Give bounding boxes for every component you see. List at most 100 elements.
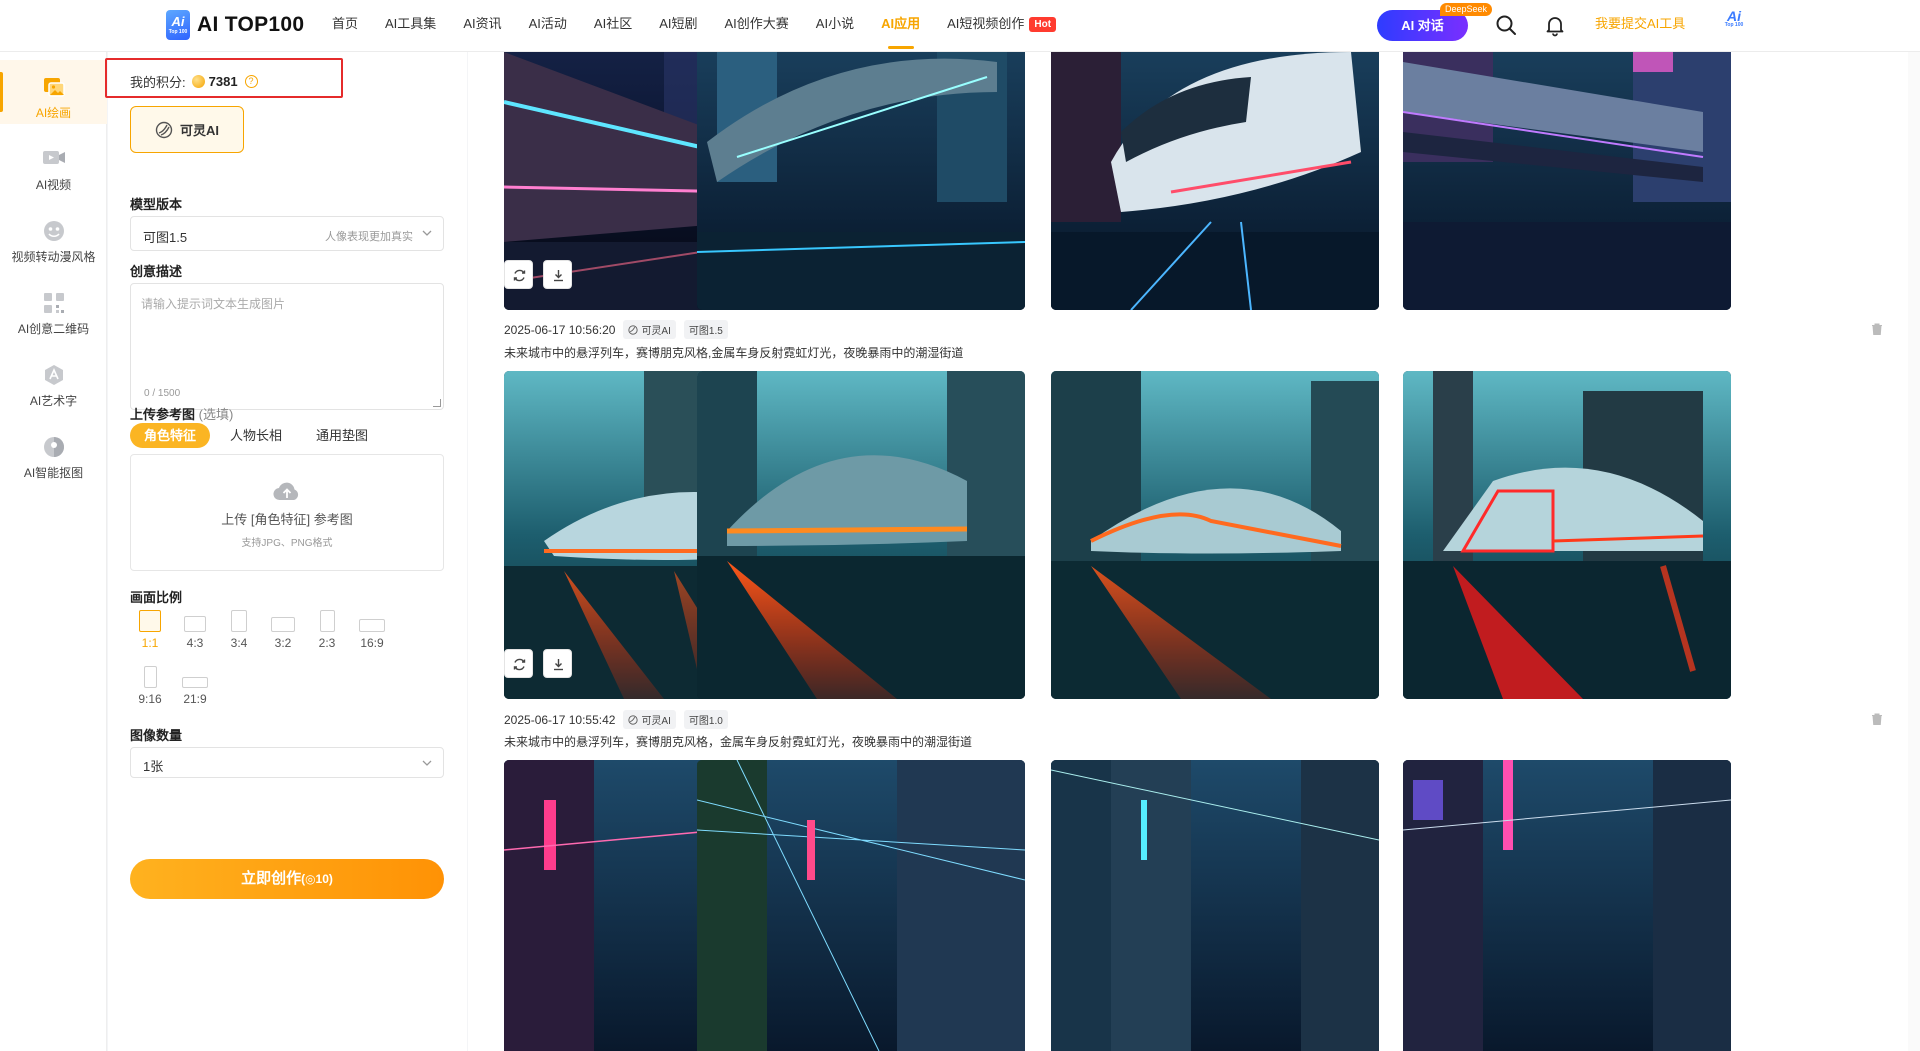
generated-image[interactable]: [697, 371, 1025, 699]
ref-type-tabs: 角色特征 人物长相 通用垫图: [130, 423, 382, 448]
prompt-textarea[interactable]: 请输入提示词文本生成图片 0 / 1500: [130, 283, 444, 410]
ratio-option-3-4[interactable]: 3:4: [219, 610, 259, 666]
model-tag-label: 可灵AI: [641, 716, 671, 727]
image-content: [697, 760, 1025, 1051]
trash-icon[interactable]: [1870, 322, 1884, 336]
version-tag: 可图1.5: [683, 320, 728, 339]
nav-item-ai-community[interactable]: AI社区: [594, 0, 632, 52]
submit-tool-link[interactable]: 我要提交AI工具: [1595, 14, 1685, 34]
ratio-shape: [271, 617, 295, 632]
generated-image[interactable]: [697, 52, 1025, 310]
nav-item-ai-short-drama[interactable]: AI短剧: [659, 0, 697, 52]
resize-handle[interactable]: [433, 399, 441, 407]
sidebar-item-ai-painting[interactable]: AI绘画: [0, 60, 107, 124]
generated-image[interactable]: [697, 760, 1025, 1051]
sidebar-item-ai-video[interactable]: AI视频: [0, 132, 107, 196]
nav-item-ai-events[interactable]: AI活动: [529, 0, 567, 52]
prompt-title: 创意描述: [130, 264, 183, 279]
aspect-ratio-title: 画面比例: [130, 590, 183, 605]
main-nav: 首页 AI工具集 AI资讯 AI活动 AI社区 AI短剧 AI创作大赛 AI小说…: [332, 0, 1083, 52]
generated-image[interactable]: [1403, 760, 1731, 1051]
page-scrollbar[interactable]: [1908, 52, 1920, 1051]
keling-logo-icon: [628, 714, 639, 725]
generated-image[interactable]: [1403, 371, 1731, 699]
generated-image[interactable]: [1051, 371, 1379, 699]
sidebar-item-ai-qrcode[interactable]: AI创意二维码: [0, 276, 107, 340]
sidebar-item-label: AI视频: [35, 178, 72, 192]
create-now-button[interactable]: 立即创作(◎10): [130, 859, 444, 899]
site-logo[interactable]: Ai Top 100 AI TOP100: [166, 10, 304, 40]
ratio-label: 4:3: [186, 636, 204, 650]
chevron-down-icon: [422, 760, 432, 766]
upload-main-text: 上传 [角色特征] 参考图: [221, 512, 353, 527]
search-icon[interactable]: [1494, 13, 1518, 37]
points-highlight-box: [105, 58, 343, 98]
model-version-select[interactable]: 可图1.5 人像表现更加真实: [130, 216, 444, 251]
ratio-label: 21:9: [183, 692, 207, 706]
user-avatar[interactable]: Ai Top 100: [1723, 9, 1745, 39]
ratio-option-1-1[interactable]: 1:1: [130, 607, 170, 666]
ratio-option-4-3[interactable]: 4:3: [175, 610, 215, 666]
generation-timestamp: 2025-06-17 10:56:20: [504, 322, 616, 337]
model-tag-label: 可灵AI: [641, 326, 671, 337]
gallery-icon[interactable]: [1746, 312, 1762, 328]
generated-image[interactable]: [1051, 760, 1379, 1051]
nav-item-ai-contest[interactable]: AI创作大赛: [725, 0, 789, 52]
image-content: [697, 371, 1025, 699]
generation-timestamp: 2025-06-17 10:55:42: [504, 712, 616, 727]
generation-prompt: 未来城市中的悬浮列车，赛博朋克风格,金属车身反射霓虹灯光，夜晚暴雨中的潮湿街道: [504, 346, 964, 360]
model-tag: 可灵AI: [623, 710, 676, 729]
ratio-option-16-9[interactable]: 16:9: [352, 610, 392, 666]
download-all-button[interactable]: [543, 649, 572, 678]
video-icon: [42, 151, 65, 164]
anime-style-icon: [43, 221, 64, 241]
sidebar-item-video-to-anime[interactable]: 视频转动漫风格: [0, 204, 107, 268]
tab-face-likeness[interactable]: 人物长相: [216, 423, 296, 448]
nav-item-home[interactable]: 首页: [332, 0, 358, 52]
ratio-label: 9:16: [138, 692, 162, 706]
prompt-placeholder: 请输入提示词文本生成图片: [141, 297, 286, 311]
ratio-option-3-2[interactable]: 3:2: [263, 610, 303, 666]
bell-icon[interactable]: [1543, 13, 1567, 37]
sidebar-item-ai-cutout[interactable]: AI智能抠图: [0, 420, 107, 484]
reference-upload-area[interactable]: 上传 [角色特征] 参考图 支持JPG、PNG格式: [130, 454, 444, 571]
logo-mark: Ai Top 100: [166, 10, 190, 40]
generate-video-button[interactable]: 生成视频: [1648, 310, 1717, 329]
download-all-button[interactable]: [543, 260, 572, 289]
generated-image[interactable]: [1403, 52, 1731, 310]
regenerate-button[interactable]: [504, 260, 533, 289]
tab-general-base[interactable]: 通用垫图: [302, 423, 382, 448]
top-navigation-bar: Ai Top 100 AI TOP100 首页 AI工具集 AI资讯 AI活动 A…: [0, 0, 1920, 52]
nav-item-ai-tools[interactable]: AI工具集: [385, 0, 436, 52]
nav-item-ai-novel[interactable]: AI小说: [816, 0, 854, 52]
ratio-shape: [143, 666, 157, 688]
image-count-select[interactable]: 1张: [130, 747, 444, 778]
prompt-char-count: 0 / 1500: [144, 388, 181, 399]
upload-ref-optional: (选填): [198, 407, 234, 422]
ratio-option-9-16[interactable]: 9:16: [130, 666, 170, 722]
ratio-option-21-9[interactable]: 21:9: [175, 666, 215, 722]
play-circle-icon: [1648, 313, 1661, 326]
download-icon[interactable]: [1791, 312, 1807, 328]
deepseek-badge: DeepSeek: [1440, 3, 1493, 16]
image-count-title: 图像数量: [130, 728, 183, 743]
cutout-icon: [43, 437, 64, 457]
left-rail: AI绘画 AI视频 视频转动漫风格 AI创意二维码 AI艺术字 AI智能抠图: [0, 52, 107, 1051]
ratio-label: 3:4: [230, 636, 248, 650]
ratio-shape: [319, 610, 335, 632]
nav-item-ai-news[interactable]: AI资讯: [463, 0, 501, 52]
download-icon: [554, 270, 563, 282]
generated-image[interactable]: [1051, 52, 1379, 310]
ratio-shape: [231, 610, 247, 632]
regenerate-button[interactable]: [504, 649, 533, 678]
model-select-button-keling[interactable]: 可灵AI: [130, 106, 244, 153]
nav-item-ai-short-video[interactable]: AI短视频创作 Hot: [947, 0, 1057, 52]
sidebar-item-ai-art-text[interactable]: AI艺术字: [0, 348, 107, 412]
tab-character-features[interactable]: 角色特征: [130, 423, 211, 448]
nav-item-ai-apps[interactable]: AI应用: [881, 0, 920, 52]
image-content: [1403, 371, 1731, 699]
refresh-icon: [513, 658, 526, 671]
trash-icon[interactable]: [1870, 712, 1884, 726]
art-text-icon: [44, 365, 63, 385]
ratio-option-2-3[interactable]: 2:3: [307, 610, 347, 666]
